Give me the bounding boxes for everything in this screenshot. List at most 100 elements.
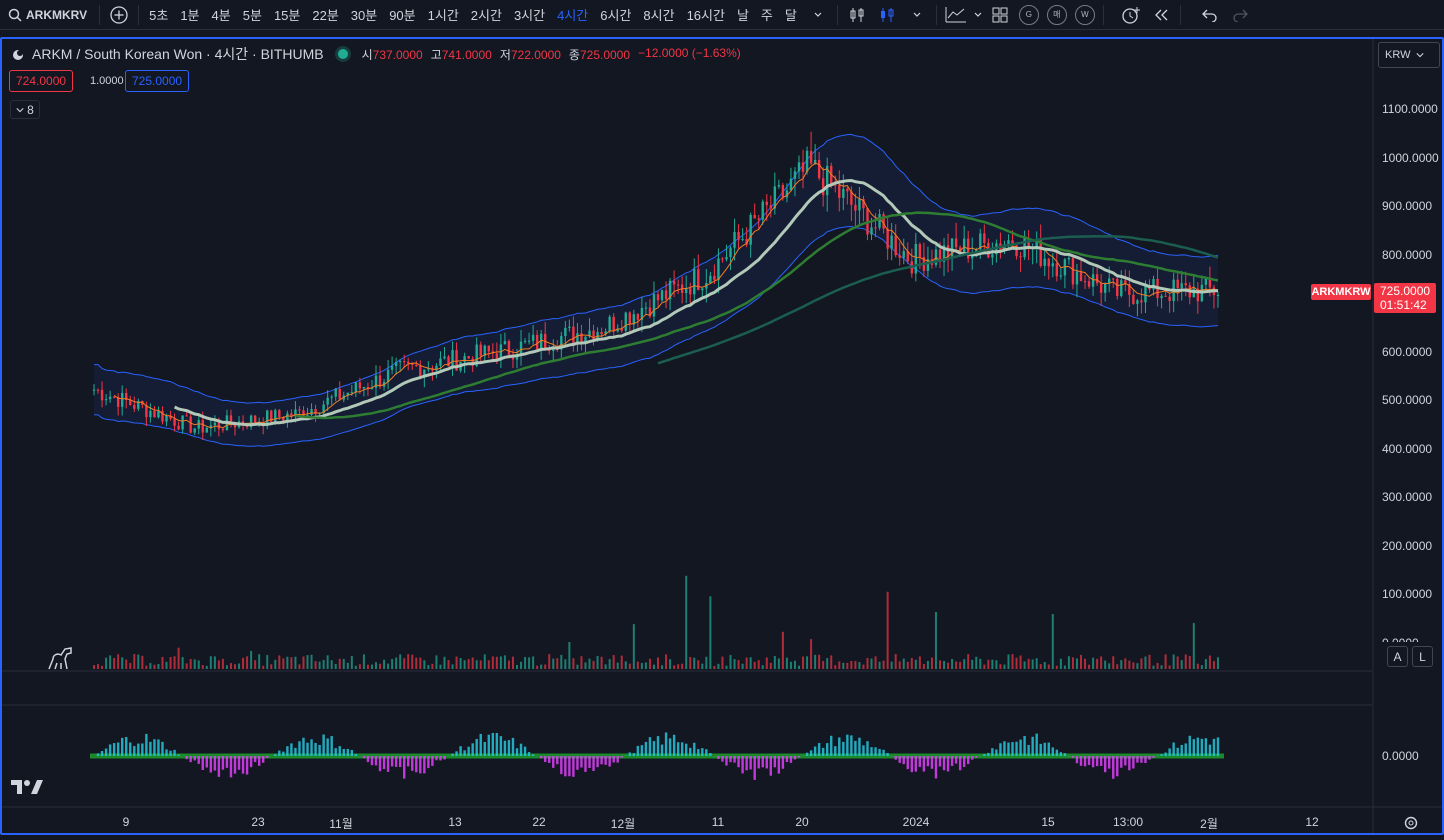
oscillator-bar: [459, 746, 462, 756]
logo-icon: [13, 50, 23, 60]
volume-bar: [109, 655, 112, 669]
volume-bar: [1140, 658, 1143, 669]
oscillator-bar: [475, 738, 478, 756]
auto-scale-button[interactable]: A: [1387, 646, 1408, 667]
volume-bar: [181, 657, 184, 669]
oscillator-bar: [398, 756, 402, 768]
volume-bar: [785, 657, 788, 669]
volume-bar: [604, 664, 607, 669]
volume-bar: [528, 657, 531, 669]
candle-body: [1083, 281, 1087, 283]
sell-price-button[interactable]: 724.0000: [9, 70, 74, 92]
oscillator-bar: [225, 756, 229, 768]
candle-body: [721, 258, 724, 260]
candle-body: [672, 280, 676, 285]
volume-bar: [443, 656, 446, 669]
oscillator-bar: [431, 756, 434, 766]
indicator-count: 8: [27, 102, 34, 117]
volume-bar: [745, 657, 748, 669]
volume-bar: [415, 657, 418, 669]
candle-body: [1063, 259, 1067, 276]
candle-body: [781, 185, 785, 198]
oscillator-bar: [241, 756, 245, 774]
volume-bar: [1172, 654, 1175, 669]
candle-body: [1216, 294, 1220, 296]
oscillator-bar: [958, 756, 962, 771]
candle-body: [902, 251, 905, 258]
candle-body: [709, 275, 712, 284]
candle-body: [846, 188, 849, 192]
chart-canvas[interactable]: [0, 0, 1444, 840]
oscillator-bar: [938, 756, 942, 767]
oscillator-bar: [709, 753, 712, 756]
oscillator-bar: [1035, 733, 1038, 756]
oscillator-bar: [826, 743, 829, 756]
oscillator-bar: [100, 750, 104, 756]
oscillator-bar: [552, 756, 555, 768]
candle-body: [100, 389, 104, 401]
collapse-indicators-button[interactable]: 8: [10, 100, 40, 119]
oscillator-bar: [777, 756, 781, 774]
settings-gear-icon[interactable]: [1403, 815, 1419, 831]
candle-body: [1136, 300, 1139, 304]
volume-bar: [258, 654, 261, 669]
volume-bar: [757, 660, 760, 669]
volume-bar: [467, 659, 470, 669]
currency-select[interactable]: KRW: [1378, 42, 1440, 68]
time-axis-label: 2024: [902, 815, 930, 829]
volume-bar: [866, 658, 869, 669]
volume-bar: [225, 665, 228, 669]
candle-body: [983, 233, 986, 243]
volume-bar: [725, 665, 728, 669]
time-axis-label: 9: [122, 815, 130, 829]
volume-bar: [959, 661, 962, 669]
oscillator-bar: [507, 740, 511, 756]
oscillator-bar: [971, 756, 974, 760]
candle-body: [1059, 275, 1063, 277]
oscillator-bar: [495, 732, 499, 756]
dinosaur-icon[interactable]: [45, 645, 75, 671]
candle-body: [1140, 300, 1143, 303]
market-status-icon[interactable]: [337, 49, 348, 59]
candle-body: [793, 171, 797, 179]
volume-bar: [185, 663, 188, 669]
volume-bar: [318, 661, 321, 669]
oscillator-bar: [697, 749, 700, 756]
volume-bar: [588, 658, 591, 669]
candle-body: [201, 420, 204, 433]
chevron-down-icon: [1416, 53, 1425, 58]
oscillator-bar: [523, 746, 527, 756]
oscillator-bar: [318, 744, 321, 756]
candle-body: [886, 228, 889, 249]
oscillator-bar: [499, 736, 503, 756]
oscillator-bar: [133, 746, 136, 756]
volume-bar: [540, 664, 543, 669]
candle-body: [950, 238, 954, 259]
tradingview-logo-icon[interactable]: [10, 777, 44, 797]
high-label: 고: [430, 47, 442, 62]
candle-body: [918, 244, 922, 257]
volume-bar: [471, 657, 474, 669]
candle-body: [390, 366, 394, 370]
oscillator-bar: [632, 753, 636, 756]
log-scale-button[interactable]: L: [1412, 646, 1433, 667]
candle-body: [253, 415, 257, 423]
candle-body: [858, 199, 861, 211]
volume-bar: [818, 654, 821, 669]
time-axis-label: 15: [1041, 815, 1055, 829]
oscillator-bar: [112, 743, 116, 756]
volume-bar: [375, 662, 377, 669]
symbol-title[interactable]: ARKM / South Korean Won · 4시간 · BITHUMB: [32, 44, 324, 64]
buy-price-button[interactable]: 725.0000: [125, 70, 190, 92]
oscillator-bar: [290, 743, 293, 756]
candle-body: [717, 258, 720, 280]
chevron-down-icon: [16, 107, 24, 112]
volume-bar: [737, 660, 740, 669]
candle-body: [1099, 283, 1103, 293]
oscillator-bar: [1055, 749, 1059, 756]
volume-bar: [806, 656, 809, 669]
volume-bar: [379, 663, 382, 669]
price-axis-label: 900.0000: [1382, 199, 1433, 213]
volume-bar: [1188, 656, 1191, 669]
volume-bar: [177, 647, 180, 669]
